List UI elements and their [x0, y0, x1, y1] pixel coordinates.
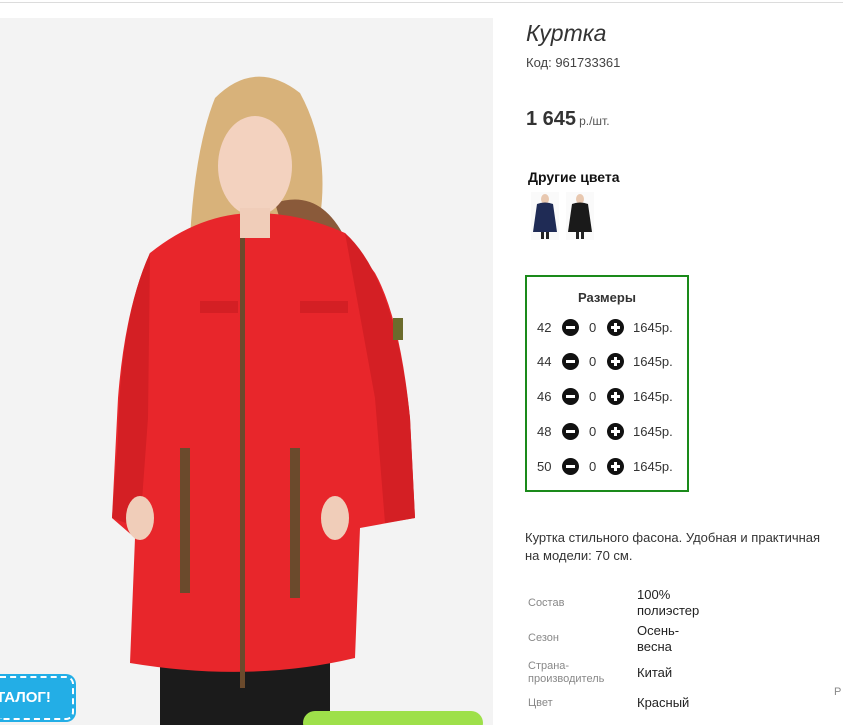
minus-circle-icon[interactable]	[562, 319, 579, 336]
product-title: Куртка	[526, 20, 607, 46]
size-quantity: 0	[589, 389, 597, 404]
size-label: 50	[537, 459, 552, 474]
minus-circle-icon[interactable]	[562, 458, 579, 475]
product-price: 1 645 р./шт.	[526, 108, 610, 131]
sizes-heading: Размеры	[578, 290, 636, 305]
size-price: 1645р.	[633, 424, 673, 439]
product-code: Код: 961733361	[526, 55, 621, 70]
plus-circle-icon[interactable]	[607, 388, 624, 405]
size-label: 48	[537, 424, 552, 439]
size-row: 48 0 1645р.	[527, 422, 687, 442]
spec-value-line: весна	[637, 639, 672, 654]
plus-circle-icon[interactable]	[607, 353, 624, 370]
spec-label-line: Страна-	[528, 660, 570, 672]
spec-value-country: Китай	[637, 665, 673, 680]
spec-label-color: Цвет	[528, 697, 553, 709]
color-swatch-black[interactable]	[566, 192, 594, 240]
size-quantity: 0	[589, 424, 597, 439]
size-label: 46	[537, 389, 552, 404]
spec-label-line: производитель	[528, 673, 605, 685]
size-quantity: 0	[589, 320, 597, 335]
size-price: 1645р.	[633, 459, 673, 474]
description-line: Куртка стильного фасона. Удобная и практ…	[525, 530, 821, 545]
size-quantity: 0	[589, 459, 597, 474]
spec-value-line: Осень-	[637, 623, 680, 638]
minus-circle-icon[interactable]	[562, 388, 579, 405]
plus-circle-icon[interactable]	[607, 319, 624, 336]
minus-circle-icon[interactable]	[562, 423, 579, 440]
size-row: 44 0 1645р.	[527, 352, 687, 372]
description-line: на модели: 70 см.	[525, 548, 633, 563]
price-unit: р./шт.	[579, 114, 610, 128]
plus-circle-icon[interactable]	[607, 423, 624, 440]
top-divider	[0, 2, 843, 3]
spec-label-country: Страна- производитель	[528, 660, 604, 686]
product-description: Куртка стильного фасона. Удобная и практ…	[525, 529, 843, 565]
size-row: 46 0 1645р.	[527, 387, 687, 407]
spec-value-composition: 100% полиэстер	[637, 587, 699, 619]
catalog-badge-text: ТАЛОГ!	[0, 689, 51, 706]
spec-value-color: Красный	[637, 695, 690, 710]
spec-label-composition: Состав	[528, 597, 565, 609]
product-photo[interactable]	[0, 18, 493, 725]
size-label: 42	[537, 320, 552, 335]
size-price: 1645р.	[633, 389, 673, 404]
catalog-badge[interactable]: ТАЛОГ!	[0, 676, 74, 720]
size-row: 42 0 1645р.	[527, 318, 687, 338]
spec-label-season: Сезон	[528, 632, 559, 644]
plus-circle-icon[interactable]	[607, 458, 624, 475]
other-colors-heading: Другие цвета	[528, 169, 620, 185]
size-label: 44	[537, 354, 552, 369]
sizes-panel: Размеры 42 0 1645р. 44 0 1645р. 46 0 164…	[525, 275, 689, 492]
spec-value-line: 100%	[637, 587, 671, 602]
size-price: 1645р.	[633, 354, 673, 369]
add-to-cart-button[interactable]	[303, 711, 483, 725]
size-row: 50 0 1645р.	[527, 457, 687, 477]
color-swatch-navy[interactable]	[531, 192, 559, 240]
spec-value-line: полиэстер	[637, 603, 700, 618]
size-quantity: 0	[589, 354, 597, 369]
minus-circle-icon[interactable]	[562, 353, 579, 370]
spec-value-season: Осень- весна	[637, 623, 679, 655]
price-value: 1 645	[526, 108, 577, 130]
size-price: 1645р.	[633, 320, 673, 335]
edge-letter: Р	[834, 686, 842, 698]
